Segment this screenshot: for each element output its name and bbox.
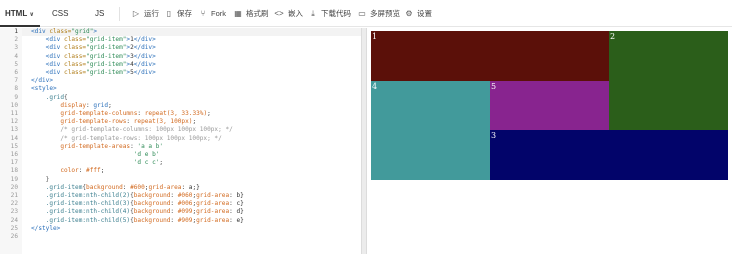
chevron-down-icon: ∨ — [29, 12, 35, 18]
line-number: 12 — [10, 118, 18, 126]
code-text: <style> — [31, 85, 57, 93]
run-button[interactable]: ▷ 运行 — [131, 0, 159, 27]
download-label: 下载代码 — [321, 9, 351, 18]
line-number: 1 — [14, 28, 18, 35]
multiscreen-button[interactable]: ▭ 多屏预览 — [357, 0, 400, 27]
code-text: .grid-item:nth-child(5){background: #909… — [31, 216, 244, 224]
line-number: 10 — [10, 101, 18, 109]
code-text: <div class="grid-item">4</div> — [31, 60, 156, 68]
top-toolbar: HTML ∨ CSS JS ▷ 运行 ▯ 保存 ⑂ Fork ▦ 格式刷 <> 嵌入 ⤓ 下载… — [0, 0, 732, 27]
line-number: 4 — [14, 52, 18, 60]
code-text: .grid-item:nth-child(4){background: #099… — [31, 208, 244, 216]
code-text: </div> — [31, 77, 54, 85]
grid-item-4: 4 — [371, 80, 490, 180]
line-number: 18 — [10, 167, 18, 175]
fork-button[interactable]: ⑂ Fork — [198, 0, 226, 27]
embed-button[interactable]: <> 嵌入 — [273, 0, 303, 27]
settings-label: 设置 — [417, 9, 432, 18]
line-number: 14 — [10, 134, 18, 142]
line-number: 7 — [14, 77, 18, 85]
code-text: <div class="grid-item">3</div> — [31, 52, 156, 60]
code-text: 'd e b' — [133, 151, 160, 158]
code-text: <div class="grid-item">5</div> — [31, 69, 156, 76]
line-number: 15 — [10, 142, 18, 150]
code-text: .grid{ — [31, 93, 68, 101]
line-number: 13 — [10, 126, 18, 134]
format-icon: ▦ — [234, 9, 242, 18]
line-number: 17 — [10, 159, 18, 167]
code-text: } — [31, 175, 50, 183]
line-number: 21 — [10, 192, 18, 199]
preview-pane: 12345 — [367, 28, 732, 254]
line-number: 5 — [14, 60, 18, 68]
tab-js[interactable]: JS — [95, 0, 104, 27]
code-text: grid-template-areas: 'a a b' — [31, 142, 164, 150]
line-number: 8 — [14, 85, 18, 93]
line-number: 16 — [10, 151, 18, 158]
grid-item-5: 5 — [489, 80, 609, 131]
code-text: 'd c c'; — [133, 159, 164, 167]
save-icon: ▯ — [166, 9, 172, 18]
line-number: 24 — [10, 216, 18, 224]
code-text: <div class="grid-item">2</div> — [31, 44, 156, 52]
tab-html-label: HTML — [5, 9, 28, 18]
grid-item-1: 1 — [371, 31, 609, 81]
code-text: /* grid-template-columns: 100px 100px 10… — [31, 126, 233, 134]
line-number: 19 — [10, 175, 18, 183]
grid-item-2: 2 — [608, 31, 728, 131]
download-button[interactable]: ⤓ 下载代码 — [308, 0, 351, 27]
line-number: 23 — [10, 208, 18, 216]
format-label: 格式刷 — [246, 9, 269, 18]
line-number: 26 — [10, 233, 18, 240]
save-label: 保存 — [177, 9, 192, 18]
settings-button[interactable]: ⚙ 设置 — [404, 0, 432, 27]
line-number: 2 — [14, 36, 18, 44]
download-icon: ⤓ — [311, 9, 315, 18]
preview-grid: 12345 — [371, 31, 728, 180]
line-number: 25 — [10, 224, 18, 232]
settings-icon: ⚙ — [405, 9, 413, 18]
line-number: 11 — [10, 110, 18, 117]
code-text: <div class="grid"> — [31, 28, 98, 35]
embed-label: 嵌入 — [288, 9, 303, 18]
code-text: color: #fff; — [31, 167, 105, 175]
code-text: <div class="grid-item">1</div> — [31, 36, 156, 44]
line-number: 9 — [14, 93, 18, 101]
code-text: /* grid-template-rows: 100px 100px 100px… — [31, 134, 222, 142]
code-text: .grid-item{background: #600;grid-area: a… — [31, 183, 200, 191]
tab-css[interactable]: CSS — [52, 0, 68, 27]
play-icon: ▷ — [132, 9, 140, 18]
code-text: display: grid; — [31, 101, 112, 109]
code-text: </style> — [31, 224, 61, 232]
fork-label: Fork — [211, 9, 226, 18]
multiscreen-label: 多屏预览 — [370, 9, 400, 18]
code-text: grid-template-columns: repeat(3, 33.33%)… — [31, 110, 211, 117]
save-button[interactable]: ▯ 保存 — [164, 0, 192, 27]
code-text: .grid-item:nth-child(3){background: #006… — [31, 200, 244, 208]
code-text: grid-template-rows: repeat(3, 100px); — [31, 118, 197, 126]
line-number: 20 — [10, 183, 18, 191]
line-number: 3 — [14, 44, 18, 52]
toolbar-divider — [119, 7, 120, 21]
line-number: 22 — [10, 200, 18, 208]
code-editor[interactable]: 1 <div class="grid"> 2 <div class="grid-it… — [0, 28, 361, 254]
fork-icon: ⑂ — [200, 9, 206, 18]
format-button[interactable]: ▦ 格式刷 — [233, 0, 269, 27]
multiscreen-icon: ▭ — [358, 9, 366, 18]
embed-icon: <> — [274, 9, 284, 18]
line-number: 6 — [14, 69, 18, 76]
grid-item-3: 3 — [489, 130, 728, 180]
run-label: 运行 — [144, 9, 159, 18]
code-text: .grid-item:nth-child(2){background: #060… — [31, 192, 244, 199]
tab-html[interactable]: HTML ∨ — [0, 0, 40, 27]
